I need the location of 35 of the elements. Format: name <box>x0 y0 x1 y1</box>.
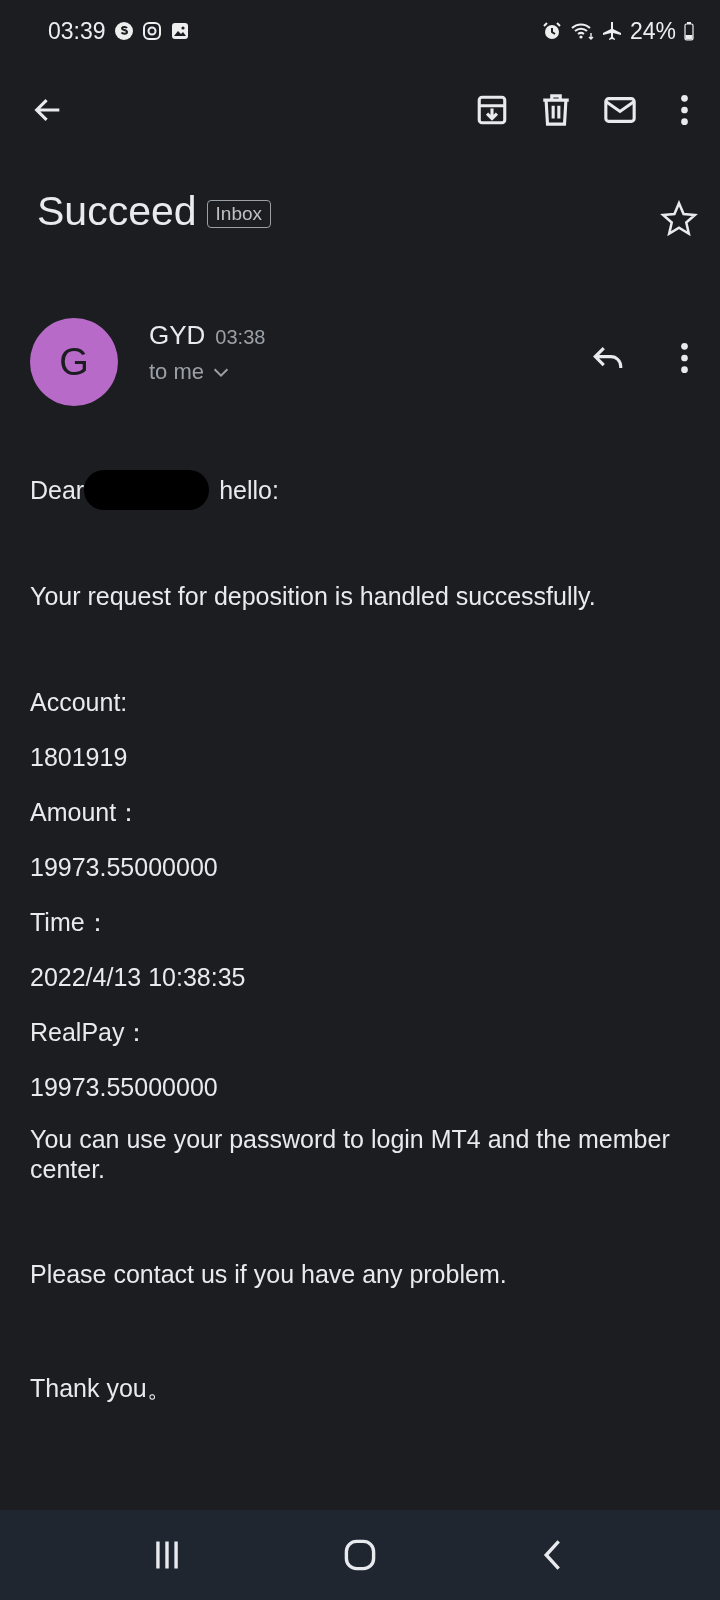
body-text: Please contact us if you have any problem. <box>30 1259 508 1289</box>
wifi-icon <box>569 21 594 41</box>
home-icon <box>343 1538 377 1572</box>
archive-icon <box>475 93 509 127</box>
body-text: Account: <box>30 687 129 717</box>
body-text: 1801919 <box>30 742 129 772</box>
more-options-icon <box>680 95 688 125</box>
body-text: 19973.55000000 <box>30 852 219 882</box>
body-text: 19973.55000000 <box>30 1072 219 1102</box>
email-subject: Succeed <box>37 188 197 235</box>
body-text: Thank you。 <box>30 1373 173 1403</box>
greeting-text: hello: <box>219 475 279 505</box>
alarm-icon <box>541 21 562 41</box>
email-time: 03:38 <box>215 326 266 349</box>
greeting-text: Dear <box>30 475 85 505</box>
home-button[interactable] <box>343 1538 377 1572</box>
star-button[interactable] <box>660 200 698 238</box>
image-icon <box>169 21 190 41</box>
recipient-details-button[interactable]: to me <box>149 359 233 385</box>
battery-icon <box>684 21 694 41</box>
more-options-icon <box>680 343 688 373</box>
sender-name: GYD <box>149 320 206 351</box>
body-text: Amount： <box>30 797 143 827</box>
body-text: You can use your password to login MT4 and the member center. <box>30 1124 671 1184</box>
sender-avatar[interactable]: G <box>30 318 118 406</box>
battery-percentage: 24% <box>629 17 676 45</box>
clock-time: 03:39 <box>48 17 106 45</box>
body-text: RealPay： <box>30 1017 151 1047</box>
camera-icon <box>141 21 162 41</box>
body-text: Time： <box>30 907 111 937</box>
airplane-icon <box>601 21 622 41</box>
inbox-label[interactable]: Inbox <box>206 199 272 228</box>
body-text: 2022/4/13 10:38:35 <box>30 962 247 992</box>
star-icon <box>660 200 698 238</box>
body-text: Your request for deposition is handled successfully. <box>30 581 597 611</box>
